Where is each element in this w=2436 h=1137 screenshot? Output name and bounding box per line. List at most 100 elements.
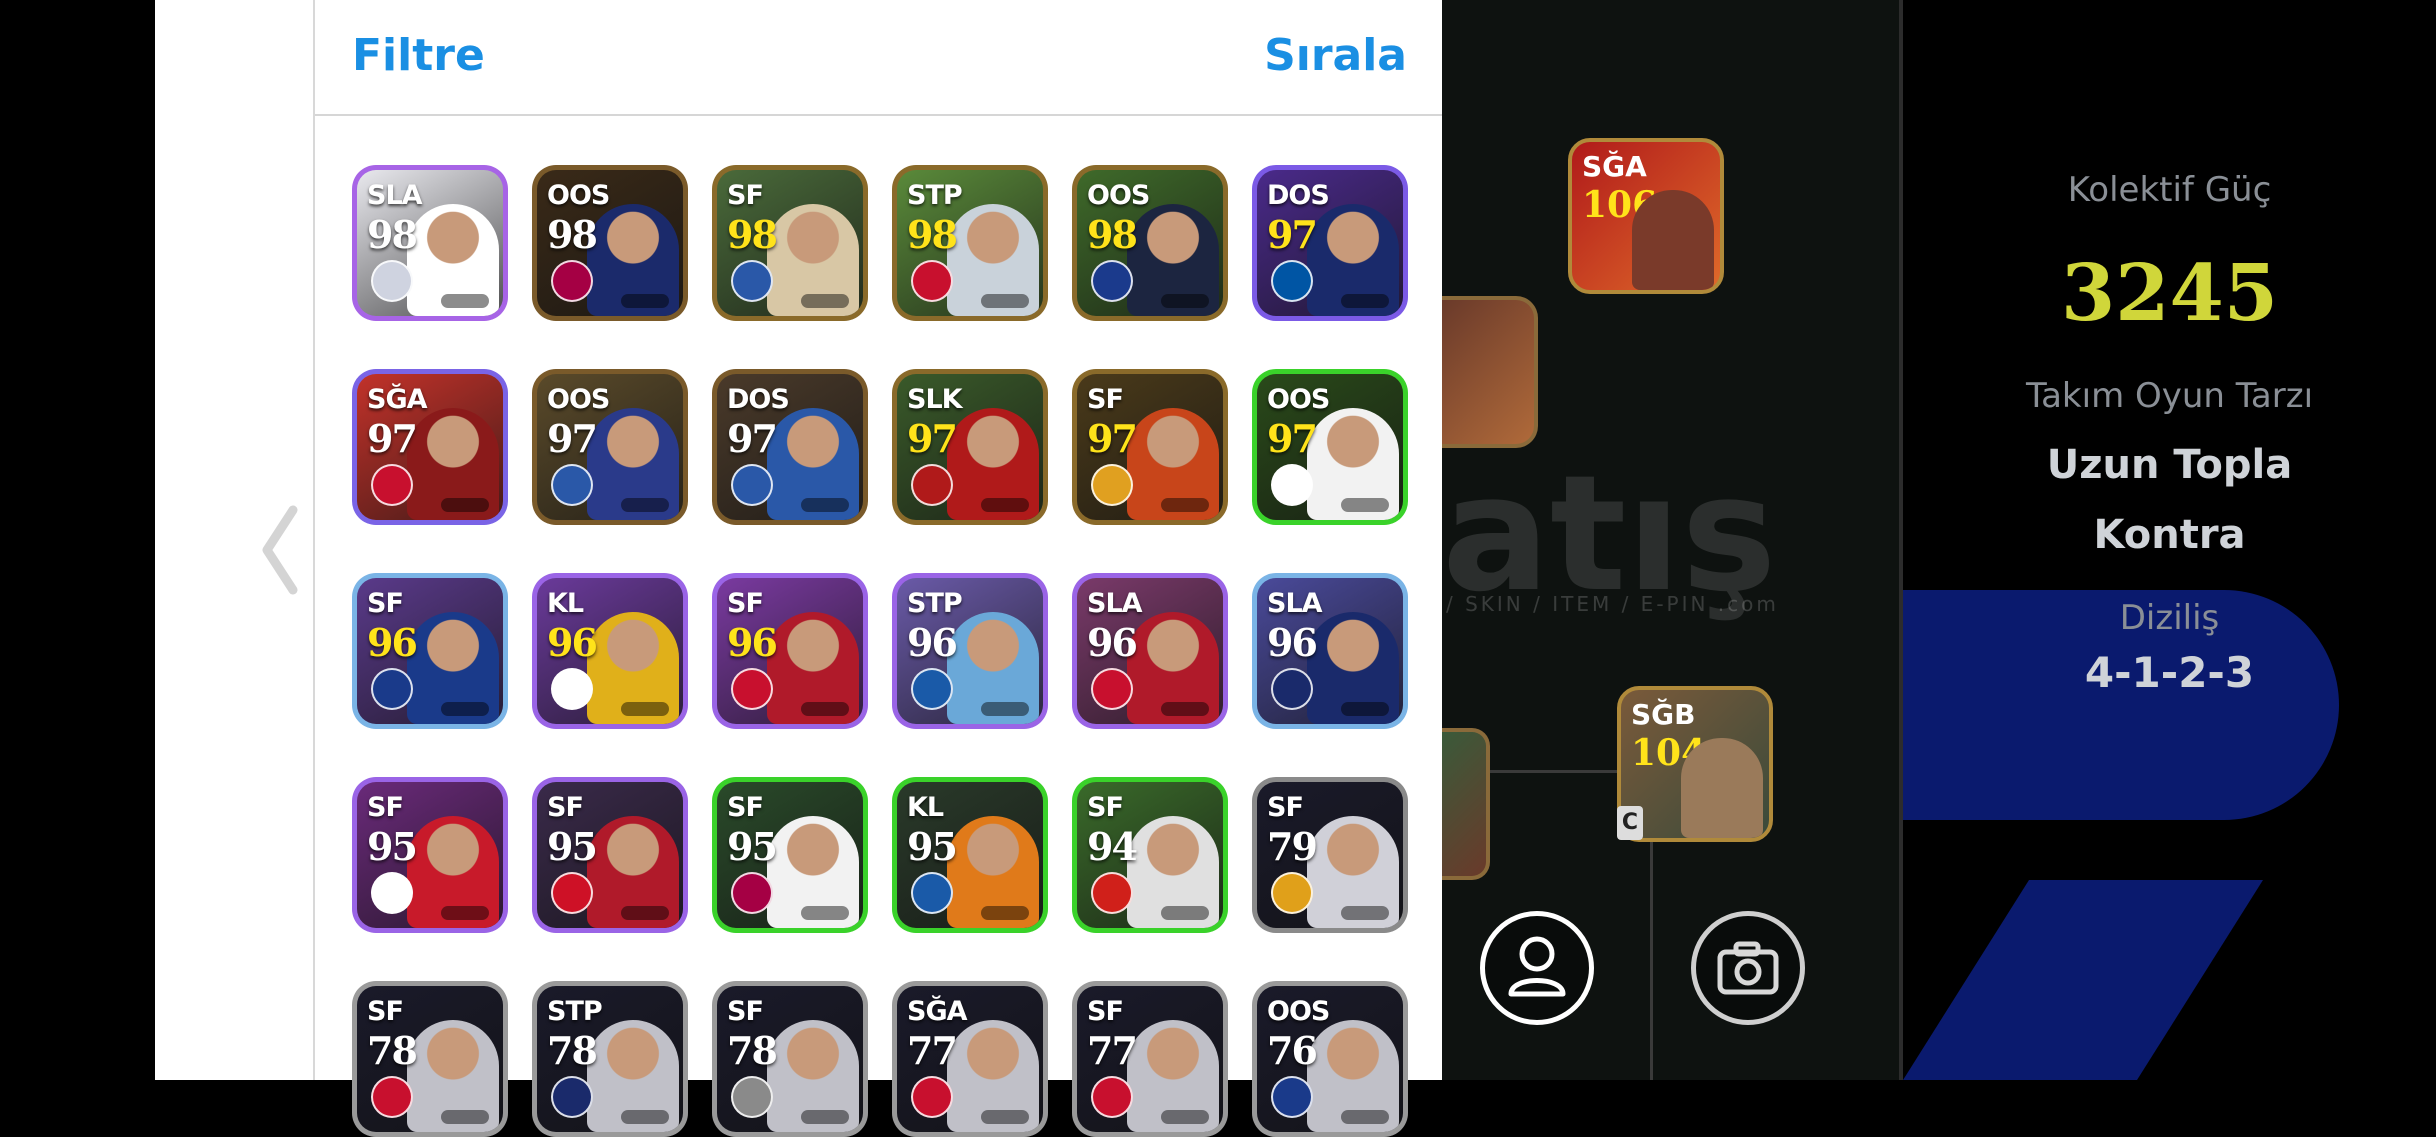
skill-dots-icon [441,294,489,308]
player-card[interactable]: SF 78 [352,981,508,1137]
club-badge-icon [731,668,773,710]
player-card[interactable]: KL 95 [892,777,1048,933]
chevron-left-icon[interactable] [255,500,305,600]
club-badge-icon [1091,872,1133,914]
player-card-art: SF 97 [1077,374,1223,520]
player-position: STP [547,996,603,1027]
player-card-art: SĞA 97 [357,374,503,520]
player-card[interactable]: OOS 98 [1072,165,1228,321]
skill-dots-icon [801,294,849,308]
player-card[interactable]: DOS 97 [1252,165,1408,321]
player-card-art: SLA 96 [1077,578,1223,724]
player-position: SF [727,792,764,823]
team-playstyle-value[interactable]: Uzun Topla Kontra [1903,430,2436,570]
team-playstyle-label: Takım Oyun Tarzı [2025,376,2314,416]
player-card[interactable]: SF 98 [712,165,868,321]
player-position: SF [1087,792,1124,823]
club-badge-icon [911,464,953,506]
filter-button[interactable]: Filtre [352,30,485,81]
player-card-art: STP 96 [897,578,1043,724]
pitch-partial-card[interactable] [1442,296,1538,448]
player-card-art: SF 98 [717,170,863,316]
player-card[interactable]: SF 97 [1072,369,1228,525]
player-card-art: KL 96 [537,578,683,724]
player-rating: 98 [547,212,598,257]
player-card[interactable]: OOS 97 [532,369,688,525]
player-position: SF [727,180,764,211]
player-card[interactable]: SF 96 [712,573,868,729]
player-card[interactable]: SF 95 [712,777,868,933]
player-card[interactable]: SF 94 [1072,777,1228,933]
player-rating: 97 [1267,416,1318,461]
player-rating: 97 [547,416,598,461]
skill-dots-icon [1341,702,1389,716]
pitch-partial-card[interactable] [1442,728,1490,880]
player-card-art: STP 98 [897,170,1043,316]
user-icon [1508,936,1566,997]
skill-dots-icon [441,702,489,716]
player-card[interactable]: OOS 76 [1252,981,1408,1137]
player-position: STP [907,588,963,619]
player-card-art: STP 78 [537,986,683,1132]
player-card[interactable]: STP 96 [892,573,1048,729]
player-card[interactable]: SĞA 77 [892,981,1048,1137]
skill-dots-icon [621,1110,669,1124]
player-card[interactable]: SLA 96 [1252,573,1408,729]
club-badge-icon [1091,464,1133,506]
player-card[interactable]: SF 77 [1072,981,1228,1137]
player-profile-button[interactable] [1480,911,1594,1025]
player-card[interactable]: SLK 97 [892,369,1048,525]
club-badge-icon [1271,872,1313,914]
skill-dots-icon [1341,1110,1389,1124]
sort-button[interactable]: Sırala [1264,30,1407,81]
club-badge-icon [551,668,593,710]
club-badge-icon [1271,260,1313,302]
club-badge-icon [371,260,413,302]
player-card[interactable]: SF 78 [712,981,868,1137]
player-card[interactable]: SLA 96 [1072,573,1228,729]
club-badge-icon [551,1076,593,1118]
player-position: KL [907,792,944,823]
player-card[interactable]: SLA 98 [352,165,508,321]
player-rating: 78 [547,1028,598,1073]
formation-value[interactable]: 4-1-2-3 [1903,648,2436,697]
player-position: SF [1087,384,1124,415]
player-rating: 97 [727,416,778,461]
player-card-art: OOS 97 [537,374,683,520]
player-position: SĞA [1582,150,1647,183]
pitch-player-card[interactable]: SĞA 106 [1568,138,1724,294]
player-card-art: SF 95 [537,782,683,928]
club-badge-icon [371,1076,413,1118]
player-card[interactable]: STP 78 [532,981,688,1137]
player-card[interactable]: SF 95 [532,777,688,933]
player-card-art: SF 77 [1077,986,1223,1132]
player-rating: 95 [727,824,778,869]
player-card[interactable]: SF 79 [1252,777,1408,933]
club-badge-icon [1091,668,1133,710]
player-card[interactable]: SĞA 97 [352,369,508,525]
player-position: OOS [1267,996,1330,1027]
player-rating: 96 [1087,620,1138,665]
player-rating: 96 [907,620,958,665]
skill-dots-icon [801,498,849,512]
player-card[interactable]: SF 95 [352,777,508,933]
player-card-art: SF 95 [357,782,503,928]
player-card[interactable]: OOS 98 [532,165,688,321]
player-position: SLA [1087,588,1143,619]
player-rating: 97 [1267,212,1318,257]
player-rating: 96 [547,620,598,665]
player-card[interactable]: KL 96 [532,573,688,729]
player-rating: 76 [1267,1028,1318,1073]
club-badge-icon [1271,668,1313,710]
player-position: SLA [1267,588,1323,619]
player-position: OOS [547,180,610,211]
skill-dots-icon [621,906,669,920]
player-card[interactable]: DOS 97 [712,369,868,525]
player-rating: 96 [367,620,418,665]
player-rating: 78 [727,1028,778,1073]
player-card[interactable]: STP 98 [892,165,1048,321]
player-card[interactable]: SF 96 [352,573,508,729]
player-card[interactable]: OOS 97 [1252,369,1408,525]
screenshot-button[interactable] [1691,911,1805,1025]
player-position: KL [547,588,584,619]
